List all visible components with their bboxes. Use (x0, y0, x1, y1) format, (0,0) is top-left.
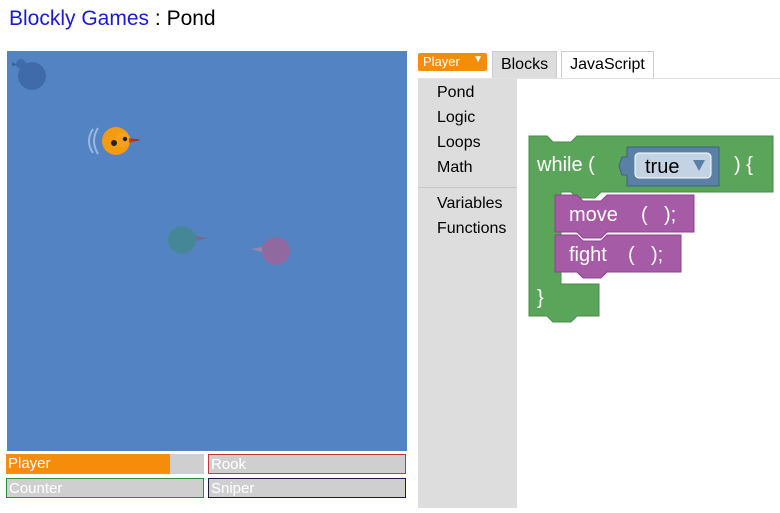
move-keyword: move (569, 204, 618, 226)
fight-paren-close: ); (651, 244, 663, 266)
toolbox-category-logic[interactable]: Logic (437, 109, 475, 127)
tab-javascript-label: JavaScript (570, 56, 645, 73)
blockly-workspace[interactable]: while ( ) { } true move ( ); fight ( ); (517, 79, 780, 508)
health-label-rook: Rook (211, 456, 247, 473)
move-paren-close: ); (664, 204, 676, 226)
move-block[interactable]: move ( ); (554, 194, 695, 239)
tab-javascript[interactable]: JavaScript (561, 51, 654, 78)
title-separator: : (149, 7, 167, 30)
health-bar-rook: Rook (208, 454, 406, 474)
toolbox-category-variables[interactable]: Variables (437, 195, 503, 213)
duck-counter (168, 226, 208, 254)
player-select-value: Player (423, 54, 460, 69)
page-title: Blockly Games : Pond (9, 7, 216, 31)
toolbox-category-loops[interactable]: Loops (437, 134, 481, 152)
toolbox-category-functions[interactable]: Functions (437, 220, 506, 238)
while-brace-close: } (537, 287, 544, 309)
toolbox-separator (418, 187, 517, 188)
tab-blocks-label: Blocks (500, 56, 549, 73)
toolbox-category-pond[interactable]: Pond (437, 84, 474, 102)
toolbox: Pond Logic Loops Math Variables Function… (418, 79, 517, 508)
fight-paren-open: ( (628, 244, 635, 266)
pond-arena (7, 51, 407, 451)
health-label-player: Player (8, 455, 51, 472)
duck-player (88, 127, 141, 155)
health-bar-player: Player (6, 454, 204, 474)
health-label-counter: Counter (9, 480, 63, 497)
while-close: ) { (734, 154, 753, 176)
toolbox-category-math[interactable]: Math (437, 159, 473, 177)
fight-block[interactable]: fight ( ); (554, 234, 682, 279)
chevron-down-icon: ▼ (473, 54, 483, 65)
health-label-sniper: Sniper (211, 480, 255, 497)
player-select[interactable]: Player ▼ (418, 53, 487, 71)
block-canvas: while ( ) { } true move ( ); fight ( ); (528, 135, 774, 323)
tab-blocks[interactable]: Blocks (492, 51, 557, 78)
move-paren-open: ( (641, 204, 648, 226)
duck-sniper (251, 237, 290, 265)
while-keyword: while ( (536, 154, 595, 176)
brand-link[interactable]: Blockly Games (9, 7, 149, 30)
condition-value: true (645, 156, 679, 178)
health-bar-counter: Counter (6, 478, 204, 498)
true-condition-block[interactable]: true (618, 146, 720, 187)
page-name: Pond (166, 7, 216, 30)
health-bar-sniper: Sniper (208, 478, 406, 498)
fight-keyword: fight (569, 244, 607, 266)
duck-rook (12, 59, 46, 90)
